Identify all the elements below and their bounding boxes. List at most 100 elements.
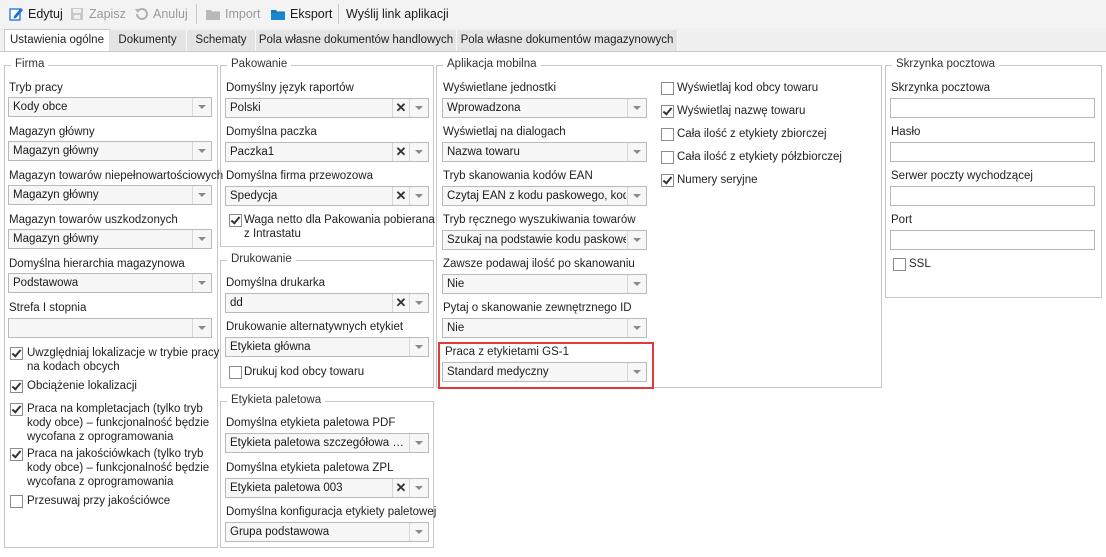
serial-numbers-checkbox[interactable] — [661, 174, 674, 187]
chevron-down-icon[interactable] — [409, 434, 428, 452]
dialogs-select[interactable]: Nazwa towaru — [442, 142, 647, 162]
gs1-label: Praca z etykietami GS-1 — [445, 346, 569, 358]
password-input[interactable] — [890, 142, 1095, 162]
zone-select[interactable] — [8, 318, 212, 338]
print-foreign-code-checkbox[interactable] — [229, 366, 242, 379]
tab-documents[interactable]: Dokumenty — [109, 30, 187, 51]
chevron-down-icon[interactable] — [627, 143, 646, 161]
port-input[interactable] — [890, 230, 1095, 250]
report-language-select[interactable]: Polski ✕ — [225, 98, 429, 118]
import-label: Import — [225, 7, 261, 21]
show-product-name-label: Wyświetlaj nazwę towaru — [677, 105, 806, 117]
damaged-warehouse-select[interactable]: Magazyn główny — [8, 229, 212, 249]
manual-search-select[interactable]: Szukaj na podstawie kodu paskowe… — [442, 230, 647, 250]
send-link-button[interactable]: Wyślij link aplikacji — [346, 3, 449, 25]
save-label: Zapisz — [89, 7, 126, 21]
alt-labels-select[interactable]: Etykieta główna — [225, 337, 429, 357]
clear-icon[interactable]: ✕ — [392, 143, 409, 161]
package-select[interactable]: Paczka1 ✕ — [225, 142, 429, 162]
zone-label: Strefa I stopnia — [9, 302, 87, 314]
tab-general-settings[interactable]: Ustawienia ogólne — [4, 29, 110, 52]
password-label: Hasło — [891, 126, 921, 138]
group-title: Etykieta paletowa — [227, 394, 326, 406]
net-weight-checkbox[interactable] — [229, 214, 242, 227]
chevron-down-icon[interactable] — [627, 187, 646, 205]
tab-custom-fields-trade[interactable]: Pola własne dokumentów handlowych — [256, 30, 457, 51]
chevron-down-icon[interactable] — [627, 363, 646, 381]
units-select[interactable]: Wprowadzona — [442, 98, 647, 118]
edit-button[interactable]: Edytuj — [8, 3, 63, 25]
locations-checkbox[interactable] — [10, 347, 23, 360]
export-label: Eksport — [290, 7, 333, 21]
ean-mode-select[interactable]: Czytaj EAN z kodu paskowego, kod… — [442, 186, 647, 206]
manual-search-label: Tryb ręcznego wyszukiwania towarów — [443, 214, 636, 226]
chevron-down-icon[interactable] — [627, 231, 646, 249]
carrier-select[interactable]: Spedycja ✕ — [225, 186, 429, 206]
bulk-label-qty-checkbox[interactable] — [661, 128, 674, 141]
show-foreign-code-label: Wyświetlaj kod obcy towaru — [677, 82, 819, 94]
pallet-config-select[interactable]: Grupa podstawowa — [225, 522, 429, 542]
pallet-zpl-select[interactable]: Etykieta paletowa 003 ✕ — [225, 478, 429, 498]
quality-checkbox[interactable] — [10, 448, 23, 461]
tab-custom-fields-warehouse[interactable]: Pola własne dokumentów magazynowych — [457, 30, 678, 51]
toolbar-separator — [196, 4, 197, 24]
port-label: Port — [891, 214, 913, 226]
smtp-server-input[interactable] — [890, 186, 1095, 206]
hierarchy-select[interactable]: Podstawowa — [8, 273, 212, 293]
import-button[interactable]: Import — [205, 3, 260, 25]
show-product-name-checkbox[interactable] — [661, 105, 674, 118]
chevron-down-icon[interactable] — [192, 274, 211, 292]
location-load-checkbox[interactable] — [10, 380, 23, 393]
qty-after-scan-label: Zawsze podawaj ilość po skanowaniu — [443, 258, 635, 270]
qty-after-scan-select[interactable]: Nie — [442, 274, 647, 294]
external-id-select[interactable]: Nie — [442, 318, 647, 338]
print-foreign-code-label: Drukuj kod obcy towaru — [244, 366, 365, 378]
bulk-label-qty-label: Cała ilość z etykiety zbiorczej — [677, 128, 827, 140]
chevron-down-icon[interactable] — [192, 186, 211, 204]
ssl-checkbox[interactable] — [893, 258, 906, 271]
chevron-down-icon[interactable] — [409, 338, 428, 356]
chevron-down-icon[interactable] — [409, 523, 428, 541]
semi-bulk-qty-checkbox[interactable] — [661, 151, 674, 164]
mailbox-input[interactable] — [890, 98, 1095, 118]
pallet-pdf-select[interactable]: Etykieta paletowa szczegółowa … — [225, 433, 429, 453]
chevron-down-icon[interactable] — [627, 319, 646, 337]
export-button[interactable]: Eksport — [270, 3, 332, 25]
chevron-down-icon[interactable] — [409, 99, 428, 117]
edit-label: Edytuj — [28, 7, 63, 21]
clear-icon[interactable]: ✕ — [392, 294, 409, 312]
chevron-down-icon[interactable] — [409, 294, 428, 312]
save-button[interactable]: Zapisz — [69, 3, 126, 25]
chevron-down-icon[interactable] — [409, 479, 428, 497]
clear-icon[interactable]: ✕ — [392, 187, 409, 205]
chevron-down-icon[interactable] — [409, 143, 428, 161]
cancel-button[interactable]: Anuluj — [133, 3, 188, 25]
chevron-down-icon[interactable] — [627, 275, 646, 293]
main-warehouse-select[interactable]: Magazyn główny — [8, 141, 212, 161]
clear-icon[interactable]: ✕ — [392, 99, 409, 117]
tab-schemes[interactable]: Schematy — [187, 30, 256, 51]
main-warehouse-label: Magazyn główny — [9, 126, 95, 138]
group-title: Skrzynka pocztowa — [892, 58, 1000, 70]
chevron-down-icon[interactable] — [192, 230, 211, 248]
net-weight-label: Waga netto dla Pakowania pobierana z Intr… — [244, 214, 435, 240]
group-title: Firma — [11, 58, 49, 70]
chevron-down-icon[interactable] — [627, 99, 646, 117]
show-foreign-code-checkbox[interactable] — [661, 82, 674, 95]
folder-icon — [271, 10, 285, 20]
gs1-select[interactable]: Standard medyczny — [442, 362, 647, 382]
ean-mode-label: Tryb skanowania kodów EAN — [443, 170, 593, 182]
kitting-checkbox[interactable] — [10, 403, 23, 416]
defective-warehouse-select[interactable]: Magazyn główny — [8, 185, 212, 205]
work-mode-select[interactable]: Kody obce — [8, 97, 212, 117]
toolbar-separator — [338, 4, 339, 24]
chevron-down-icon[interactable] — [192, 98, 211, 116]
defective-warehouse-label: Magazyn towarów niepełnowartościowych — [9, 170, 224, 182]
move-quality-checkbox[interactable] — [10, 495, 23, 508]
chevron-down-icon[interactable] — [192, 319, 211, 337]
printer-select[interactable]: dd ✕ — [225, 293, 429, 313]
clear-icon[interactable]: ✕ — [392, 479, 409, 497]
chevron-down-icon[interactable] — [192, 142, 211, 160]
pallet-zpl-label: Domyślna etykieta paletowa ZPL — [226, 462, 394, 474]
chevron-down-icon[interactable] — [409, 187, 428, 205]
